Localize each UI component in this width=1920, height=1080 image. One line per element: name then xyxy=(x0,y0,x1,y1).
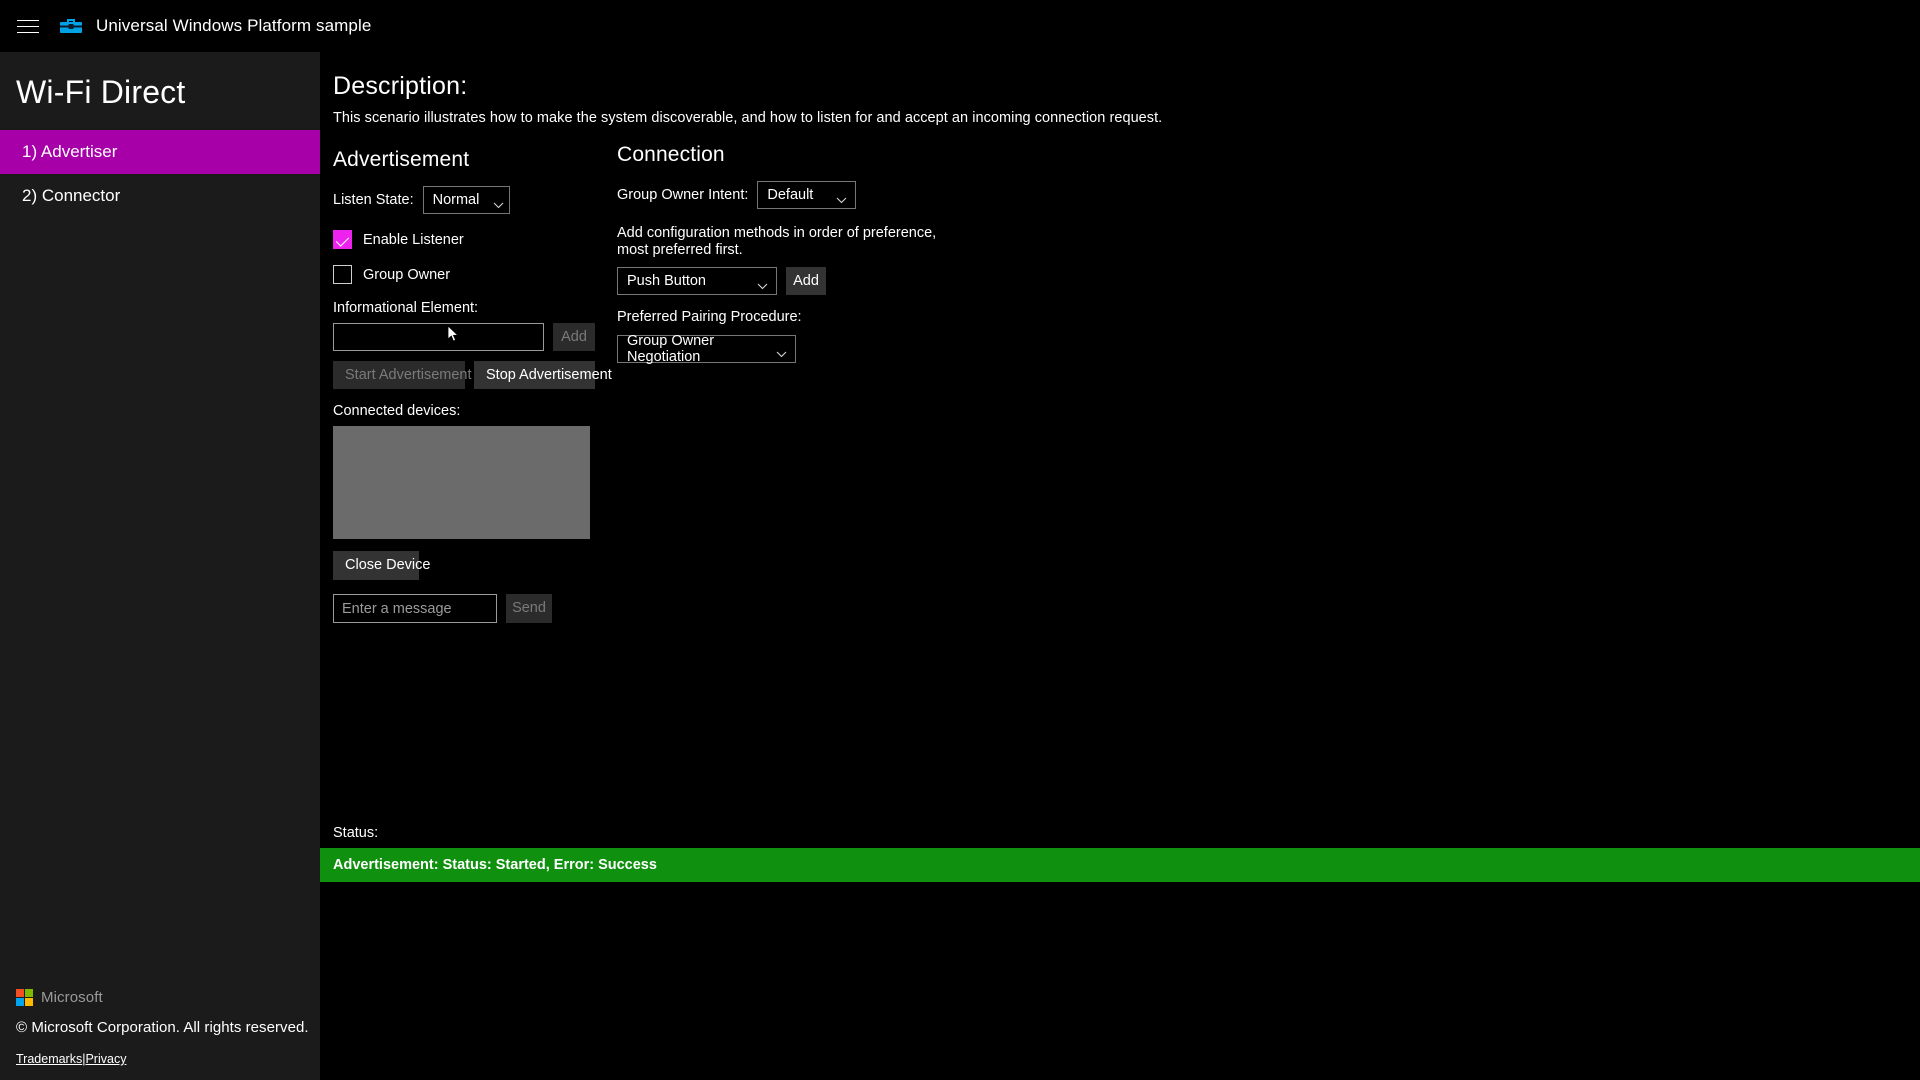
preferred-pairing-dropdown[interactable]: Group Owner Negotiation xyxy=(617,333,796,366)
connected-devices-label: Connected devices: xyxy=(333,403,461,419)
group-owner-row: Group Owner xyxy=(333,265,603,284)
informational-element-label: Informational Element: xyxy=(333,300,479,316)
sidebar: Wi-Fi Direct 1) Advertiser 2) Connector … xyxy=(0,52,320,1080)
status-message: Advertisement: Status: Started, Error: S… xyxy=(333,857,657,873)
description-block: Description: This scenario illustrates h… xyxy=(320,52,1920,126)
main-content: Description: This scenario illustrates h… xyxy=(320,52,1920,1080)
chevron-down-icon xyxy=(493,197,504,208)
status-label: Status: xyxy=(333,825,379,841)
add-config-method-button[interactable]: Add xyxy=(786,267,826,296)
config-methods-line-1: Add configuration methods in order of pr… xyxy=(617,225,937,241)
group-owner-intent-dropdown[interactable]: Default xyxy=(757,181,857,209)
description-heading: Description: xyxy=(333,72,468,100)
enable-listener-label: Enable Listener xyxy=(363,231,464,248)
informational-element-input[interactable] xyxy=(333,323,544,351)
enable-listener-checkbox[interactable] xyxy=(333,230,352,249)
send-button[interactable]: Send xyxy=(506,594,552,623)
sidebar-item-connector[interactable]: 2) Connector xyxy=(0,174,320,218)
sidebar-item-advertiser[interactable]: 1) Advertiser xyxy=(0,130,320,174)
config-method-row: Push Button Add xyxy=(617,267,1037,296)
toolbox-app-icon xyxy=(58,15,84,37)
scenario-nav-list: 1) Advertiser 2) Connector xyxy=(0,130,320,218)
group-owner-intent-label: Group Owner Intent: xyxy=(617,187,749,203)
advertisement-panel: Advertisement Listen State: Normal Enabl… xyxy=(333,148,612,623)
title-bar: Universal Windows Platform sample xyxy=(0,0,1920,52)
listen-state-label: Listen State: xyxy=(333,192,414,208)
add-informational-element-button[interactable]: Add xyxy=(553,323,595,351)
chevron-down-icon xyxy=(836,192,847,203)
group-owner-label: Group Owner xyxy=(363,266,451,283)
hamburger-menu-icon[interactable] xyxy=(0,0,56,52)
listen-state-dropdown[interactable]: Normal xyxy=(422,186,510,214)
group-owner-intent-value: Default xyxy=(767,187,814,203)
status-bar: Advertisement: Status: Started, Error: S… xyxy=(320,848,1920,882)
sidebar-footer: Microsoft © Microsoft Corporation. All r… xyxy=(0,989,320,1080)
page-title: Wi-Fi Direct xyxy=(16,74,186,110)
sidebar-item-label: 1) Advertiser xyxy=(22,142,118,161)
privacy-link[interactable]: Privacy xyxy=(85,1052,126,1066)
connected-devices-list[interactable] xyxy=(333,426,590,539)
sidebar-item-label: 2) Connector xyxy=(22,186,121,205)
enable-listener-row: Enable Listener xyxy=(333,230,603,249)
trademarks-link[interactable]: Trademarks xyxy=(16,1052,82,1066)
microsoft-squares-icon xyxy=(16,989,33,1006)
config-method-dropdown[interactable]: Push Button xyxy=(617,267,777,296)
description-text: This scenario illustrates how to make th… xyxy=(333,110,1163,126)
chevron-down-icon xyxy=(776,346,787,357)
group-owner-checkbox[interactable] xyxy=(333,265,352,284)
listen-state-row: Listen State: Normal xyxy=(333,186,603,214)
chevron-down-icon xyxy=(757,278,768,289)
connection-heading: Connection xyxy=(617,143,725,166)
microsoft-logo: Microsoft xyxy=(16,989,320,1006)
config-methods-line-2: most preferred first. xyxy=(617,242,743,259)
microsoft-wordmark: Microsoft xyxy=(41,989,103,1006)
advertisement-buttons-row: Start Advertisement Stop Advertisement xyxy=(333,361,612,389)
group-owner-intent-row: Group Owner Intent: Default xyxy=(617,181,1037,209)
application-window: Universal Windows Platform sample Wi-Fi … xyxy=(0,0,1920,1080)
message-input[interactable] xyxy=(333,594,497,623)
message-row: Send xyxy=(333,594,603,623)
stop-advertisement-button[interactable]: Stop Advertisement xyxy=(474,361,612,389)
preferred-pairing-label: Preferred Pairing Procedure: xyxy=(617,309,802,326)
advertisement-heading: Advertisement xyxy=(333,148,470,171)
start-advertisement-button[interactable]: Start Advertisement xyxy=(333,361,472,389)
footer-links: Trademarks|Privacy xyxy=(16,1052,320,1066)
config-methods-instructions: Add configuration methods in order of pr… xyxy=(617,225,1037,259)
informational-element-row: Add xyxy=(333,323,603,351)
window-title: Universal Windows Platform sample xyxy=(96,16,372,35)
preferred-pairing-value: Group Owner Negotiation xyxy=(627,333,715,366)
close-device-button[interactable]: Close Device xyxy=(333,551,430,580)
copyright-text: © Microsoft Corporation. All rights rese… xyxy=(16,1019,309,1036)
listen-state-value: Normal xyxy=(432,192,480,208)
connection-panel: Connection Group Owner Intent: Default A… xyxy=(617,143,1037,366)
config-method-value: Push Button xyxy=(627,273,706,290)
